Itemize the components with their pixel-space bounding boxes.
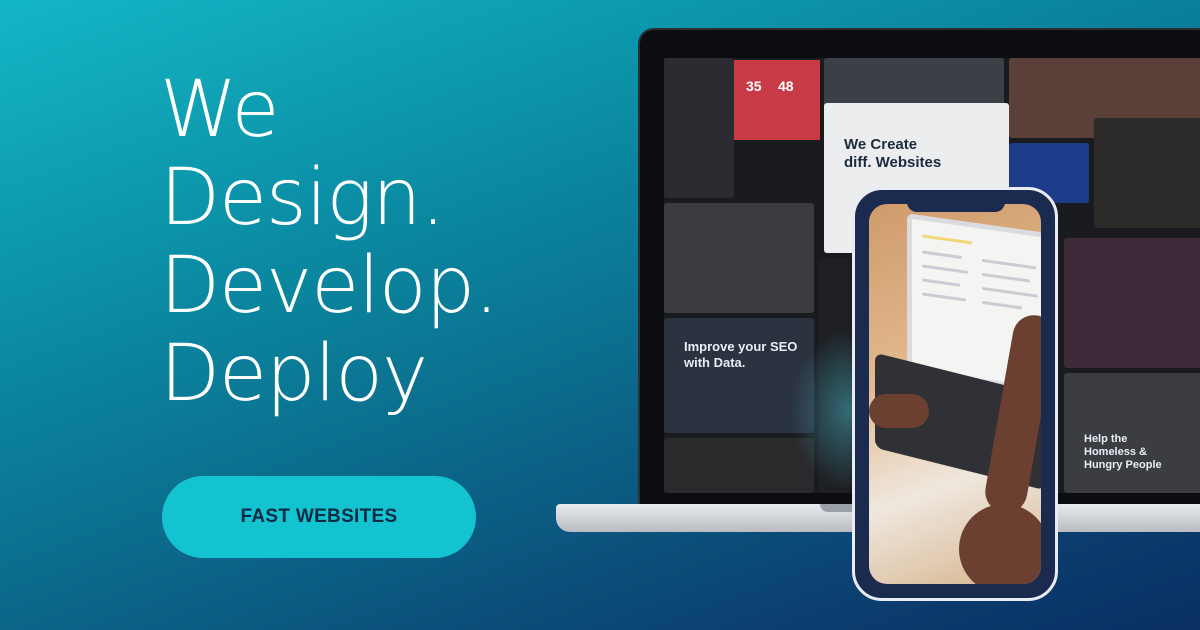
photo-hand-left: [869, 394, 929, 428]
phone-mockup: [852, 187, 1058, 601]
screen-tile: [664, 58, 734, 198]
help-text-1: Help the: [1084, 433, 1128, 445]
screen-tile: [1064, 238, 1200, 368]
seo-text-2: with Data.: [684, 355, 746, 370]
help-text-3: Hungry People: [1084, 459, 1162, 471]
screen-tile: [664, 438, 814, 493]
photo-arm: [959, 504, 1041, 584]
we-create-text: We Create: [844, 136, 918, 153]
screen-tile: [1094, 118, 1200, 228]
screen-red-panel: 35 48: [734, 60, 820, 140]
headline-line-3: Develop.: [160, 241, 499, 331]
headline-line-1: We: [160, 65, 280, 155]
headline: We Design. Develop. Deploy: [160, 65, 499, 419]
fast-websites-button[interactable]: FAST WEBSITES: [162, 476, 476, 558]
help-text-2: Homeless &: [1084, 446, 1147, 458]
diff-websites-text: diff. Websites: [844, 154, 942, 171]
headline-line-4: Deploy: [160, 329, 428, 419]
phone-screen-photo: [869, 204, 1041, 584]
headline-line-2: Design.: [160, 153, 445, 243]
counter-1: 35: [746, 78, 762, 94]
phone-notch: [907, 196, 1005, 212]
counter-2: 48: [778, 78, 794, 94]
screen-tile-help: Help the Homeless & Hungry People: [1064, 373, 1200, 493]
screen-tile: [664, 203, 814, 313]
